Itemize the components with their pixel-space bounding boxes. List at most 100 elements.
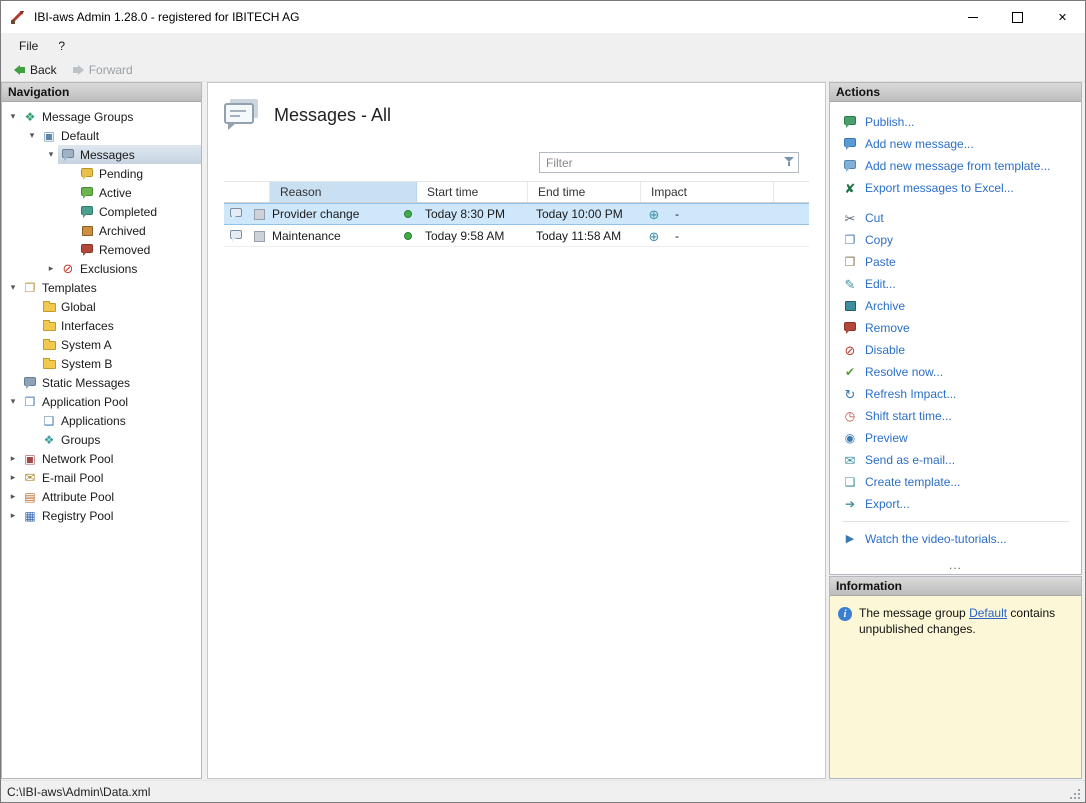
- back-button[interactable]: Back: [7, 61, 64, 79]
- remove-action[interactable]: Remove: [842, 317, 1081, 339]
- action-label: Disable: [865, 343, 905, 357]
- actions-list: Publish...Add new message...Add new mess…: [830, 102, 1081, 558]
- tree-item-removed[interactable]: Removed: [2, 240, 201, 259]
- default-group-link[interactable]: Default: [969, 606, 1007, 620]
- preview-action[interactable]: ◉Preview: [842, 427, 1081, 449]
- resize-grip[interactable]: [1070, 787, 1082, 799]
- tree-item-system-a[interactable]: System A: [2, 335, 201, 354]
- start-time-cell: Today 8:30 PM: [417, 204, 528, 224]
- column-header-impact[interactable]: Impact: [641, 182, 774, 202]
- tree-item-pending[interactable]: Pending: [2, 164, 201, 183]
- tree-item-label: Network Pool: [42, 452, 113, 466]
- chevron-down-icon[interactable]: ▾: [6, 396, 20, 407]
- video-icon: ▶: [842, 532, 858, 546]
- refresh-impact-action[interactable]: ↻Refresh Impact...: [842, 383, 1081, 405]
- watch-the-video-tutorials-action[interactable]: ▶Watch the video-tutorials...: [842, 528, 1069, 550]
- row-state-cell: [248, 204, 270, 224]
- copy-action[interactable]: ❐Copy: [842, 229, 1081, 251]
- chevron-right-icon[interactable]: ▸: [6, 472, 20, 483]
- action-group-2: ▶Watch the video-tutorials...: [842, 521, 1069, 550]
- tree-item-completed[interactable]: Completed: [2, 202, 201, 221]
- tree-item-label: Exclusions: [80, 262, 137, 276]
- chevron-down-icon[interactable]: ▾: [6, 282, 20, 293]
- send-as-e-mail-action[interactable]: ✉Send as e-mail...: [842, 449, 1081, 471]
- column-header-start-time[interactable]: Start time: [417, 182, 528, 202]
- column-header-icons[interactable]: [224, 182, 270, 202]
- action-group-0: Publish...Add new message...Add new mess…: [842, 111, 1081, 199]
- tree-item-e-mail-pool[interactable]: ▸✉E-mail Pool: [2, 468, 201, 487]
- menu-help[interactable]: ?: [48, 35, 75, 57]
- actions-overflow-indicator[interactable]: ...: [830, 558, 1081, 574]
- applications-icon: ❑: [41, 414, 57, 428]
- chevron-right-icon[interactable]: ▸: [44, 263, 58, 274]
- information-header: Information: [830, 577, 1081, 596]
- tree-item-global[interactable]: Global: [2, 297, 201, 316]
- tree-item-active[interactable]: Active: [2, 183, 201, 202]
- filter-funnel-icon[interactable]: [784, 157, 794, 166]
- tree-item-messages[interactable]: ▾Messages: [2, 145, 201, 164]
- action-label: Edit...: [865, 277, 896, 291]
- message-row-provider-change[interactable]: Provider changeToday 8:30 PMToday 10:00 …: [224, 203, 809, 225]
- info-icon: i: [838, 607, 852, 621]
- tree-item-application-pool[interactable]: ▾❒Application Pool: [2, 392, 201, 411]
- action-label: Preview: [865, 431, 908, 445]
- chevron-right-icon[interactable]: ▸: [6, 453, 20, 464]
- shift-start-time-action[interactable]: ◷Shift start time...: [842, 405, 1081, 427]
- forward-button[interactable]: Forward: [66, 61, 140, 79]
- edit-action[interactable]: ✎Edit...: [842, 273, 1081, 295]
- close-button[interactable]: [1040, 1, 1085, 33]
- back-label: Back: [30, 63, 57, 77]
- chevron-right-icon[interactable]: ▸: [6, 491, 20, 502]
- resolve-now-action[interactable]: ✔Resolve now...: [842, 361, 1081, 383]
- tree-item-attribute-pool[interactable]: ▸▤Attribute Pool: [2, 487, 201, 506]
- actions-panel: Actions Publish...Add new message...Add …: [829, 82, 1082, 575]
- cut-action[interactable]: ✂Cut: [842, 207, 1081, 229]
- paste-action[interactable]: ❒Paste: [842, 251, 1081, 273]
- chevron-down-icon[interactable]: ▾: [44, 149, 58, 160]
- chevron-right-icon[interactable]: ▸: [6, 510, 20, 521]
- filter-input[interactable]: [539, 152, 799, 173]
- menu-file[interactable]: File: [9, 35, 48, 57]
- tree-item-label: Applications: [61, 414, 126, 428]
- export-action[interactable]: ➔Export...: [842, 493, 1081, 515]
- archive-action-icon: [842, 299, 858, 313]
- tree-item-label: Removed: [99, 243, 150, 257]
- registry-pool-icon: ▦: [22, 509, 38, 523]
- minimize-button[interactable]: [950, 1, 995, 33]
- tree-item-default[interactable]: ▾▣Default: [2, 126, 201, 145]
- tree-item-system-b[interactable]: System B: [2, 354, 201, 373]
- status-active-icon: [404, 232, 412, 240]
- tree-item-network-pool[interactable]: ▸▣Network Pool: [2, 449, 201, 468]
- folder-icon: [41, 357, 57, 371]
- tree-item-exclusions[interactable]: ▸⊘Exclusions: [2, 259, 201, 278]
- tree-item-interfaces[interactable]: Interfaces: [2, 316, 201, 335]
- tree-item-static-messages[interactable]: Static Messages: [2, 373, 201, 392]
- tree-item-templates[interactable]: ▾❐Templates: [2, 278, 201, 297]
- right-column: Actions Publish...Add new message...Add …: [829, 82, 1082, 779]
- publish-action[interactable]: Publish...: [842, 111, 1081, 133]
- removed-icon: [79, 243, 95, 257]
- tree-item-registry-pool[interactable]: ▸▦Registry Pool: [2, 506, 201, 525]
- chevron-down-icon[interactable]: ▾: [6, 111, 20, 122]
- create-template-action[interactable]: ❏Create template...: [842, 471, 1081, 493]
- column-header-end-time[interactable]: End time: [528, 182, 641, 202]
- window-title: IBI-aws Admin 1.28.0 - registered for IB…: [34, 10, 299, 24]
- column-header-reason[interactable]: Reason: [270, 182, 417, 202]
- tree-item-message-groups[interactable]: ▾❖Message Groups: [2, 107, 201, 126]
- chevron-down-icon[interactable]: ▾: [25, 130, 39, 141]
- disable-action[interactable]: ⊘Disable: [842, 339, 1081, 361]
- tree-item-applications[interactable]: ❑ Applications: [2, 411, 201, 430]
- export-messages-to-excel-action[interactable]: ✘Export messages to Excel...: [842, 177, 1081, 199]
- add-new-message-from-template-action[interactable]: Add new message from template...: [842, 155, 1081, 177]
- tree-item-label: Attribute Pool: [42, 490, 114, 504]
- action-label: Create template...: [865, 475, 960, 489]
- navigation-header: Navigation: [2, 83, 201, 102]
- tree-item-groups[interactable]: ❖Groups: [2, 430, 201, 449]
- tree-item-archived[interactable]: Archived: [2, 221, 201, 240]
- main-panel: Messages - All Reason Start time End tim…: [207, 82, 826, 779]
- message-row-maintenance[interactable]: MaintenanceToday 9:58 AMToday 11:58 AM⊕-: [224, 225, 809, 247]
- maximize-button[interactable]: [995, 1, 1040, 33]
- add-message-template-icon: [842, 159, 858, 173]
- add-new-message-action[interactable]: Add new message...: [842, 133, 1081, 155]
- archive-action[interactable]: Archive: [842, 295, 1081, 317]
